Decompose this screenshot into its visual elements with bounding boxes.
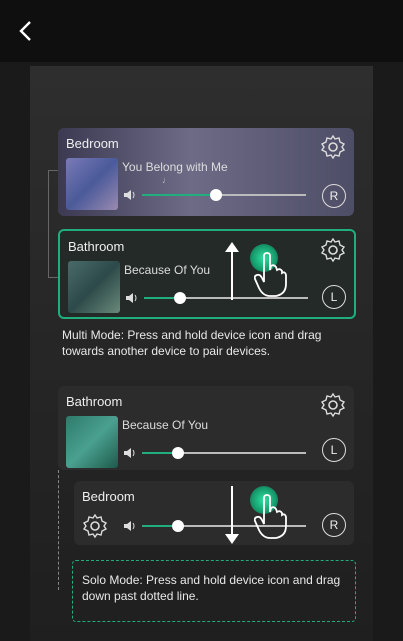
multi-mode-instruction: Multi Mode: Press and hold device icon a… <box>62 328 322 358</box>
channel-badge[interactable]: L <box>322 438 346 462</box>
album-art <box>68 261 120 313</box>
solo-mode-instruction: Solo Mode: Press and hold device icon an… <box>82 573 341 603</box>
volume-fill <box>142 194 216 196</box>
gear-icon[interactable] <box>320 134 346 160</box>
arrow-up-icon <box>225 242 239 300</box>
device-name: Bedroom <box>66 136 119 151</box>
volume-knob[interactable] <box>210 189 222 201</box>
speaker-icon <box>124 448 135 458</box>
multi-bedroom-card[interactable]: Bedroom You Belong with Me ♩ R <box>58 128 354 216</box>
top-bar <box>0 0 403 62</box>
device-name: Bathroom <box>68 239 125 254</box>
gear-icon[interactable] <box>320 392 346 418</box>
solo-bedroom-card[interactable]: Bedroom R <box>74 481 354 545</box>
volume-knob[interactable] <box>172 447 184 459</box>
channel-badge[interactable]: R <box>322 513 346 537</box>
volume-knob[interactable] <box>174 292 186 304</box>
hand-pointer-icon <box>254 494 287 539</box>
song-title: Because Of You <box>122 418 209 432</box>
multi-bathroom-card[interactable]: Bathroom Because Of You L <box>58 229 356 319</box>
volume-knob[interactable] <box>172 520 184 532</box>
back-button[interactable] <box>14 18 40 44</box>
song-title: Because Of You <box>124 263 211 277</box>
gear-icon[interactable] <box>320 237 346 263</box>
device-name: Bathroom <box>66 394 123 409</box>
song-title: You Belong with Me <box>122 160 228 174</box>
solo-bathroom-card[interactable]: Bathroom Because Of You L <box>58 386 354 470</box>
album-art <box>66 158 118 210</box>
gear-icon[interactable] <box>82 513 108 539</box>
channel-badge[interactable]: L <box>322 285 346 309</box>
hand-pointer-icon <box>254 252 287 297</box>
speaker-icon <box>124 521 135 531</box>
speaker-icon <box>126 293 137 303</box>
device-name: Bedroom <box>82 489 135 504</box>
channel-badge[interactable]: R <box>322 184 346 208</box>
arrow-down-icon <box>225 486 239 544</box>
album-art <box>66 416 118 468</box>
song-subtitle: ♩ <box>162 175 171 185</box>
chevron-left-icon <box>19 21 31 41</box>
dotted-line <box>58 470 59 590</box>
speaker-icon <box>124 190 135 200</box>
